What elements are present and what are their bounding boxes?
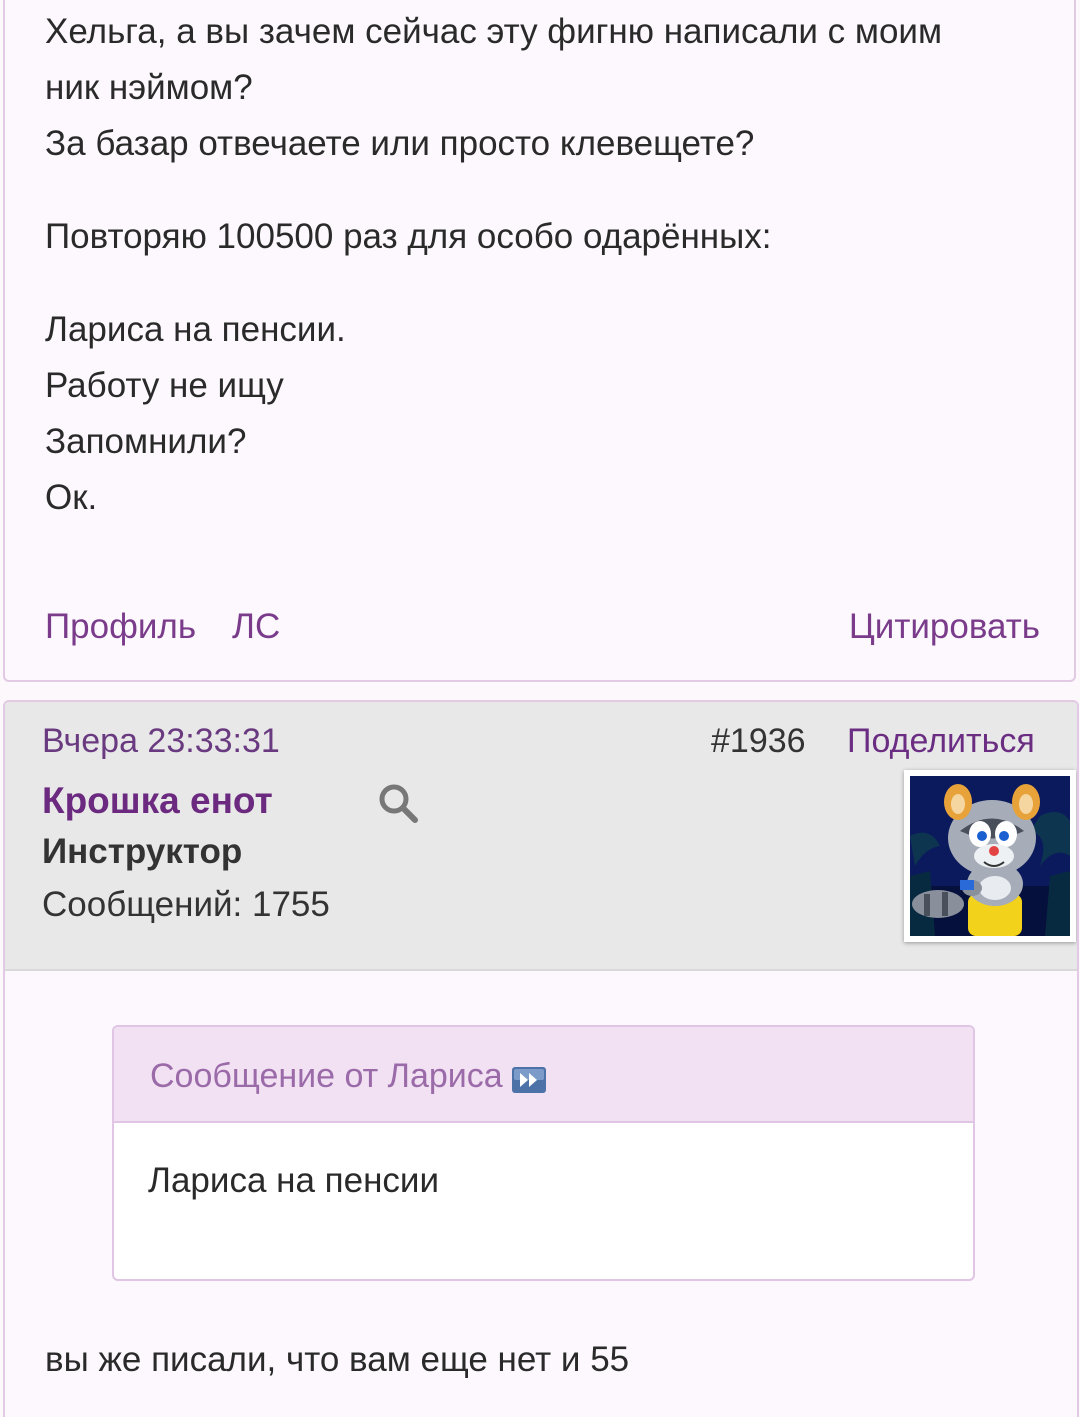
previous-post-text: Хельга, а вы зачем сейчас эту фигню напи… (45, 4, 1045, 526)
post-date: Вчера 23:33:31 (42, 722, 280, 760)
post-header: Вчера 23:33:31 #1936 Поделиться Крошка е… (5, 702, 1077, 971)
post-line: За базар отвечаете или просто клевещете? (45, 124, 755, 163)
post-line: Повторяю 100500 раз для особо одарённых: (45, 217, 772, 256)
post-line: Ок. (45, 478, 98, 517)
post-line: ник нэймом? (45, 68, 253, 107)
author-rank: Инструктор (42, 832, 243, 871)
post-number: #1936 (711, 722, 806, 760)
author-name[interactable]: Крошка енот (42, 780, 273, 822)
search-icon[interactable] (377, 782, 421, 826)
avatar[interactable] (904, 770, 1076, 942)
previous-post: Хельга, а вы зачем сейчас эту фигню напи… (3, 0, 1076, 682)
post-line: Запомнили? (45, 422, 247, 461)
quote-link[interactable]: Цитировать (849, 607, 1040, 647)
quote-author-label: Сообщение от Лариса (150, 1057, 503, 1095)
quote-text: Лариса на пенсии (148, 1161, 440, 1200)
share-link[interactable]: Поделиться (847, 722, 1035, 761)
author-message-count: Сообщений: 1755 (42, 885, 330, 924)
jump-to-post-icon[interactable] (511, 1064, 547, 1094)
forum-thread-page: Хельга, а вы зачем сейчас эту фигню напи… (0, 0, 1080, 1417)
quote-header: Сообщение от Лариса (114, 1027, 973, 1123)
post-line: Хельга, а вы зачем сейчас эту фигню напи… (45, 12, 943, 51)
quote-title: Сообщение от Лариса (150, 1057, 547, 1096)
quote-block: Сообщение от Лариса Лариса на пенсии (112, 1025, 975, 1281)
post-line: Лариса на пенсии. (45, 310, 346, 349)
private-message-link[interactable]: ЛС (232, 607, 280, 647)
post-text: вы же писали, что вам еще нет и 55 (45, 1340, 630, 1379)
post: Вчера 23:33:31 #1936 Поделиться Крошка е… (3, 700, 1079, 1417)
post-line: Работу не ищу (45, 366, 284, 405)
profile-link[interactable]: Профиль (45, 607, 196, 647)
